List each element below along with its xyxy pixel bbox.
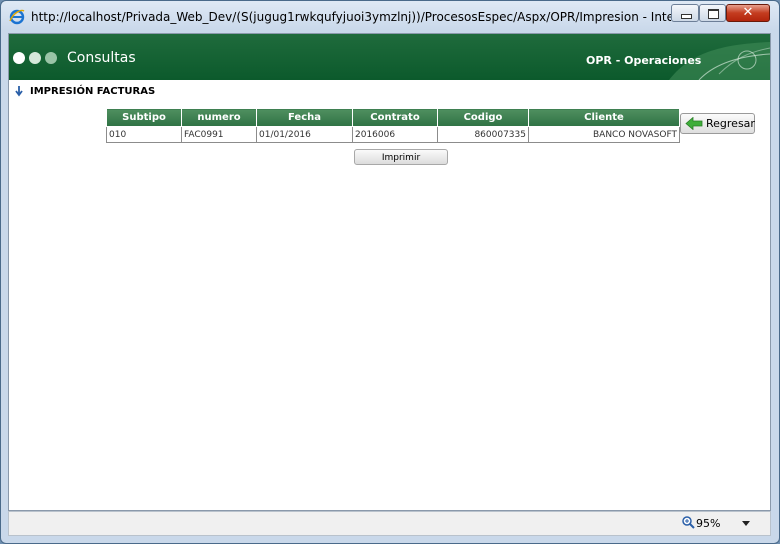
cell-codigo: 860007335 [437,126,529,143]
column-header-codigo[interactable]: Codigo [437,108,529,127]
maximize-icon [708,9,719,19]
back-arrow-icon [685,117,703,130]
print-button[interactable]: Imprimir [354,149,448,165]
cell-subtipo: 010 [106,126,182,143]
minimize-icon [681,14,692,19]
table-header-row: Subtipo numero Fecha Contrato Codigo Cli… [106,108,680,127]
zoom-icon[interactable] [682,516,695,529]
page-content: Consultas OPR - Operaciones IMPRESIÓN FA… [8,33,771,511]
banner-dot-icon [13,52,25,64]
chevron-down-icon[interactable] [742,521,750,526]
column-header-fecha[interactable]: Fecha [256,108,353,127]
status-bar: 95% [8,511,771,536]
section-title: IMPRESIÓN FACTURAS [30,86,156,97]
down-arrow-icon [15,86,23,97]
invoice-table: Subtipo numero Fecha Contrato Codigo Cli… [106,108,680,143]
cell-contrato: 2016006 [352,126,438,143]
close-button[interactable]: ✕ [726,4,770,22]
header-banner: Consultas OPR - Operaciones [9,34,770,80]
banner-title: Consultas [67,50,136,66]
module-label: OPR - Operaciones [586,54,702,67]
table-row[interactable]: 010 FAC0991 01/01/2016 2016006 860007335… [106,126,680,143]
cell-fecha: 01/01/2016 [256,126,353,143]
cell-numero: FAC0991 [181,126,257,143]
title-bar: http://localhost/Privada_Web_Dev/(S(jugu… [1,1,779,33]
browser-window: http://localhost/Privada_Web_Dev/(S(jugu… [0,0,780,544]
maximize-button[interactable] [699,4,726,22]
internet-explorer-icon [9,9,25,25]
column-header-cliente[interactable]: Cliente [528,108,680,127]
banner-dot-icon [45,52,57,64]
column-header-subtipo[interactable]: Subtipo [106,108,182,127]
minimize-button[interactable] [671,4,699,22]
back-button[interactable]: Regresar [680,113,755,134]
column-header-contrato[interactable]: Contrato [352,108,438,127]
zoom-level[interactable]: 95% [696,517,720,530]
window-title: http://localhost/Privada_Web_Dev/(S(jugu… [31,10,671,24]
cell-cliente: BANCO NOVASOFT [528,126,680,143]
close-icon: ✕ [742,5,754,20]
column-header-numero[interactable]: numero [181,108,257,127]
back-button-label: Regresar [706,117,755,130]
banner-dot-icon [29,52,41,64]
